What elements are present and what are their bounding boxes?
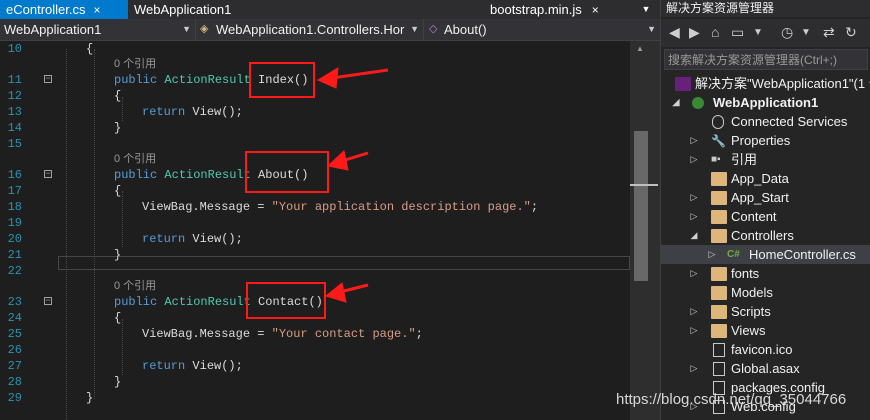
tree-item-controllers[interactable]: ◢ Controllers (661, 226, 870, 245)
tree-item-connected-services[interactable]: Connected Services (661, 112, 870, 131)
folder-icon (711, 210, 727, 224)
tree-item-label: Scripts (731, 304, 771, 319)
collapsed-arrow-icon[interactable]: ▷ (689, 188, 699, 207)
arrow-contact-icon (339, 283, 369, 294)
tree-item-global-asax[interactable]: ▷ Global.asax (661, 359, 870, 378)
collapsed-arrow-icon[interactable]: ▷ (689, 131, 699, 150)
watermark-text: https://blog.csdn.net/qq_35044766 (616, 391, 847, 408)
back-icon[interactable]: ◀ (669, 24, 680, 41)
csharp-file-icon: C# (727, 249, 740, 260)
switch-views-icon[interactable]: ▭ (731, 24, 744, 41)
tree-item-label: 解决方案"WebApplication1"(1 个 (695, 76, 870, 91)
tree-item-models[interactable]: Models (661, 283, 870, 302)
vertical-scrollbar[interactable]: ▲ (630, 41, 660, 420)
arrow-about-head (326, 150, 349, 171)
cloud-icon (712, 115, 724, 129)
folder-icon (711, 286, 727, 300)
collapsed-arrow-icon[interactable]: ▷ (689, 207, 699, 226)
collapsed-arrow-icon[interactable]: ▷ (689, 264, 699, 283)
forward-icon[interactable]: ▶ (689, 24, 700, 41)
tree-item-content[interactable]: ▷ Content (661, 207, 870, 226)
tree-item-label: WebApplication1 (713, 95, 819, 110)
tree-item-label: favicon.ico (731, 342, 793, 357)
tree-item-app-start[interactable]: ▷ App_Start (661, 188, 870, 207)
solution-tree: 解决方案"WebApplication1"(1 个 ◢ WebApplicati… (661, 72, 870, 420)
caret-position-marker (630, 184, 658, 186)
file-icon (713, 362, 725, 376)
collapsed-arrow-icon[interactable]: ▷ (707, 245, 717, 264)
collapsed-arrow-icon[interactable]: ▷ (689, 359, 699, 378)
folder-icon (711, 229, 727, 243)
collapsed-arrow-icon[interactable]: ▷ (689, 321, 699, 340)
tree-item-label: Models (731, 285, 773, 300)
pending-changes-icon[interactable]: ◷ (781, 24, 793, 41)
web-project-icon (692, 97, 704, 109)
tree-item-label: App_Data (731, 171, 789, 186)
solution-icon (675, 77, 691, 91)
collapsed-arrow-icon[interactable]: ▷ (689, 150, 699, 169)
scrollbar-thumb[interactable] (634, 131, 648, 281)
home-icon[interactable]: ⌂ (711, 24, 719, 40)
wrench-icon: 🔧 (711, 134, 726, 148)
tree-item-label: Controllers (731, 228, 794, 243)
folder-icon (711, 324, 727, 338)
tree-item-scripts[interactable]: ▷ Scripts (661, 302, 870, 321)
solution-explorer: 解决方案资源管理器 ◀ ▶ ⌂ ▭ ▼ ◷ ▼ ⇄ ↻ 搜索解决方案资源管理器(… (660, 0, 870, 420)
dropdown-chevron-icon[interactable]: ▼ (753, 27, 763, 38)
tree-item-label: fonts (731, 266, 760, 281)
tree-item-label: Global.asax (731, 361, 800, 376)
tree-item-label: HomeController.cs (749, 247, 856, 262)
sync-icon[interactable]: ⇄ (823, 24, 835, 41)
tree-item-label: Properties (731, 133, 791, 148)
tree-item-label: Views (731, 323, 766, 338)
arrow-contact-head (324, 282, 347, 303)
collapsed-arrow-icon[interactable]: ▷ (689, 302, 699, 321)
scroll-up-icon[interactable]: ▲ (636, 44, 644, 53)
folder-icon (711, 305, 727, 319)
file-icon (713, 343, 725, 357)
tree-item-app-data[interactable]: App_Data (661, 169, 870, 188)
expanded-arrow-icon[interactable]: ◢ (689, 226, 699, 245)
tree-item-properties[interactable]: ▷ 🔧 Properties (661, 131, 870, 150)
tree-item-label: App_Start (731, 190, 789, 205)
reference-icon: ■▪ (711, 154, 721, 165)
annotation-arrows (316, 67, 389, 303)
folder-icon (711, 267, 727, 281)
code-editor: eController.cs × WebApplication1 bootstra… (0, 0, 660, 420)
tree-item-label: Connected Services (731, 114, 848, 129)
tree-item-favicon[interactable]: favicon.ico (661, 340, 870, 359)
tree-item-views[interactable]: ▷ Views (661, 321, 870, 340)
folder-icon (711, 172, 727, 186)
dropdown-chevron-icon[interactable]: ▼ (801, 27, 811, 38)
explorer-search-input[interactable]: 搜索解决方案资源管理器(Ctrl+;) (664, 49, 868, 70)
tree-item-project[interactable]: ◢ WebApplication1 (661, 93, 870, 112)
folder-icon (711, 191, 727, 205)
expanded-arrow-icon[interactable]: ◢ (671, 93, 681, 112)
tree-item-label: 引用 (731, 152, 758, 167)
tree-item-references[interactable]: ▷ ■▪ 引用 (661, 150, 870, 169)
arrow-index-head (316, 67, 339, 89)
panel-title: 解决方案资源管理器 (661, 0, 870, 17)
explorer-toolbar: ◀ ▶ ⌂ ▭ ▼ ◷ ▼ ⇄ ↻ (661, 19, 870, 47)
arrow-index-icon (331, 68, 389, 80)
tree-item-solution[interactable]: 解决方案"WebApplication1"(1 个 (661, 74, 870, 93)
tree-item-label: Content (731, 209, 777, 224)
tree-item-fonts[interactable]: ▷ fonts (661, 264, 870, 283)
refresh-icon[interactable]: ↻ (845, 24, 857, 41)
tree-item-homecontroller[interactable]: ▷ C# HomeController.cs (661, 245, 870, 264)
